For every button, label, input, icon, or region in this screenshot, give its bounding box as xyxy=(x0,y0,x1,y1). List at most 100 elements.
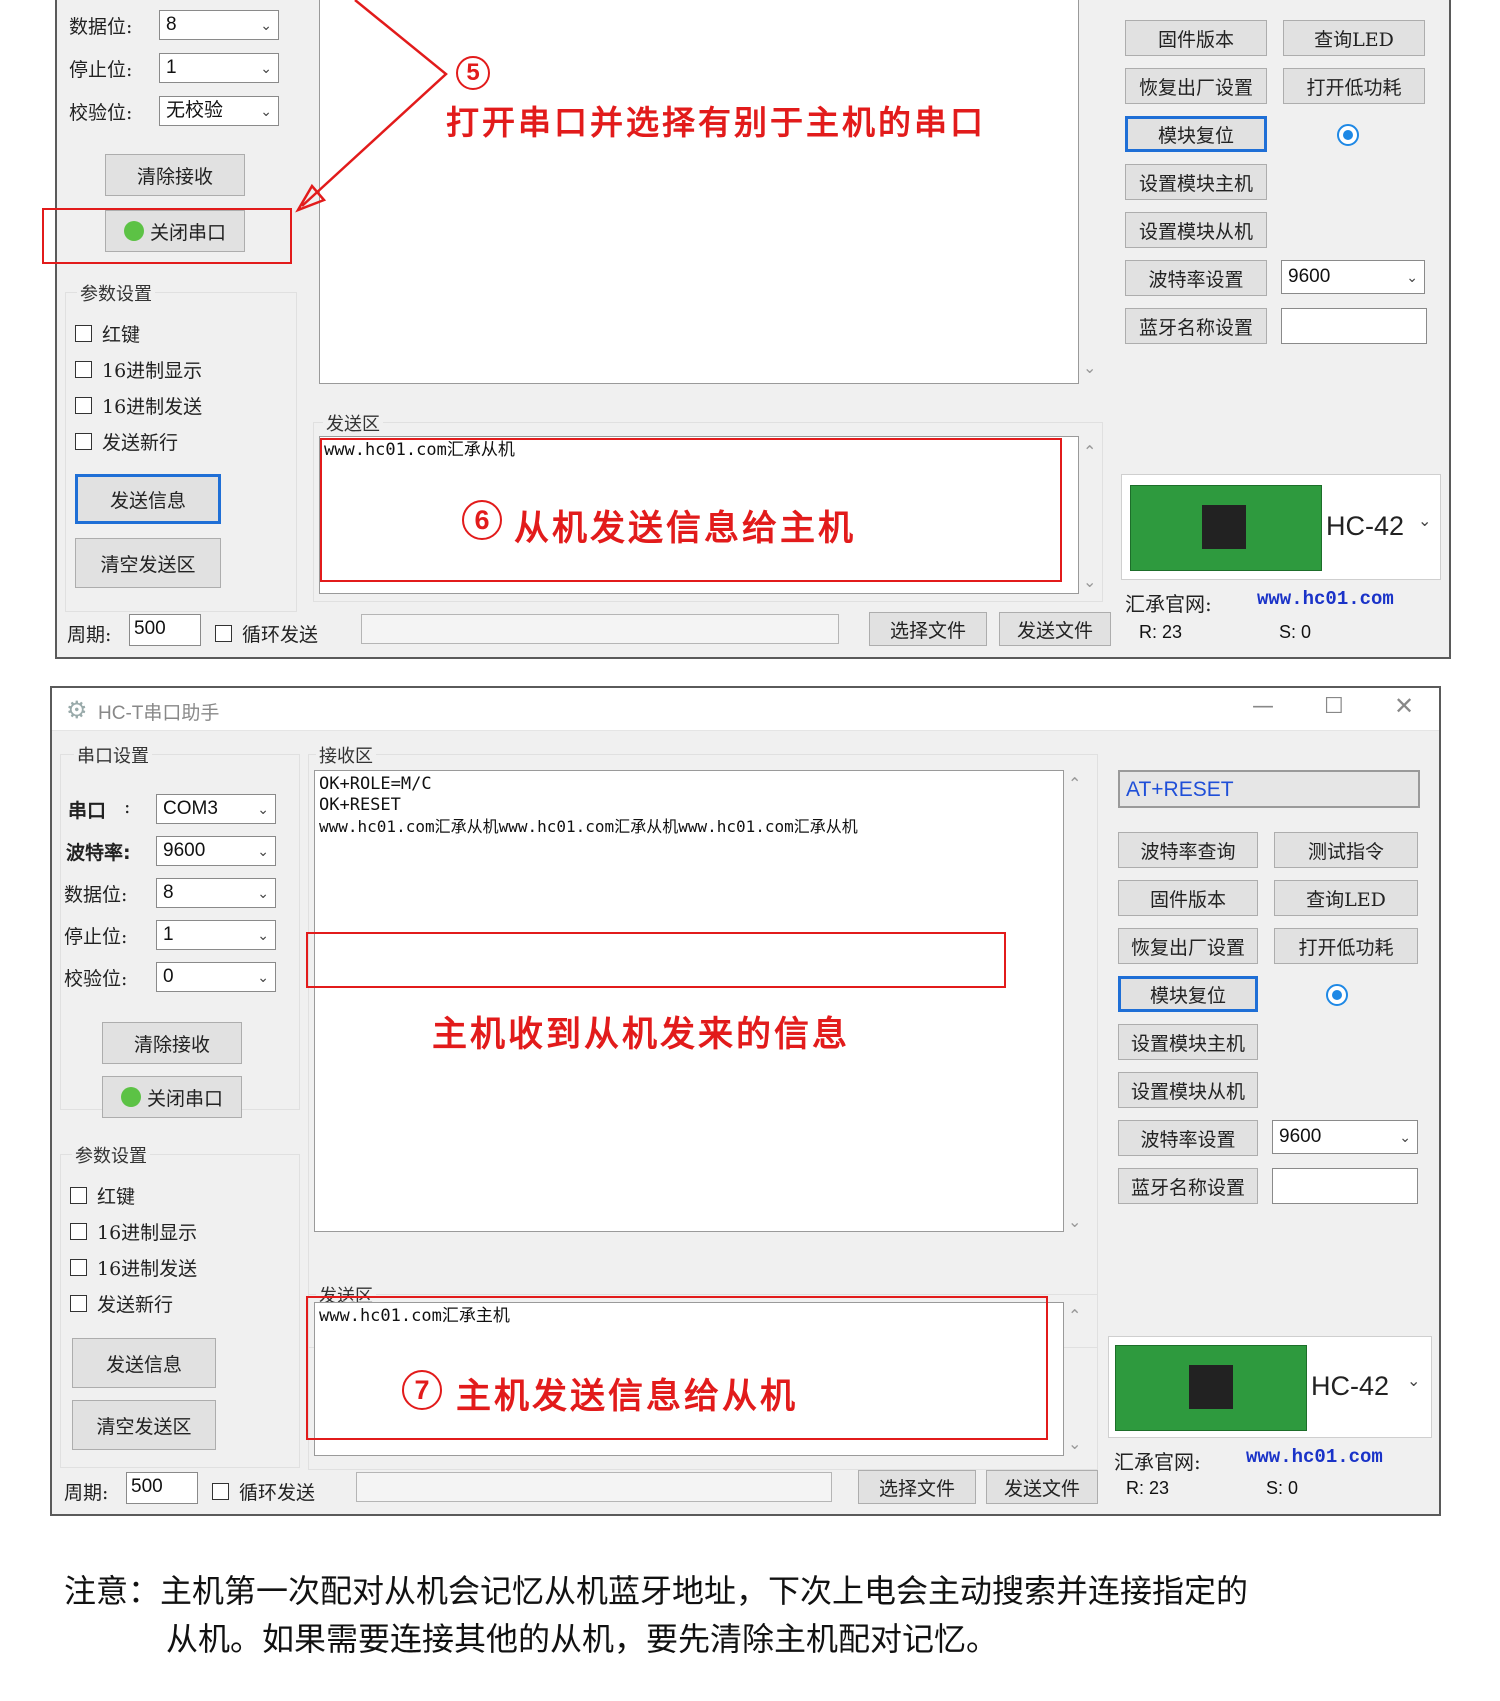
receive-area[interactable]: OK+ROLE=M/C OK+RESET www.hc01.com汇承从机www… xyxy=(314,770,1064,1232)
test-command-button[interactable]: 测试指令 xyxy=(1274,832,1418,868)
bt-name-input[interactable] xyxy=(1281,308,1427,344)
rx-count: R: 23 xyxy=(1126,1478,1170,1498)
minimize-icon[interactable]: — xyxy=(1252,694,1274,719)
file-path-field[interactable] xyxy=(356,1472,832,1502)
set-master-button[interactable]: 设置模块主机 xyxy=(1118,1024,1258,1060)
chip-icon xyxy=(1202,505,1246,549)
set-baud-button[interactable]: 波特率设置 xyxy=(1125,260,1267,296)
stop-bits-label: 停止位: xyxy=(64,926,128,948)
firmware-version-button[interactable]: 固件版本 xyxy=(1118,880,1258,916)
module-name: HC-42 xyxy=(1326,511,1405,541)
scroll-down-icon[interactable]: ⌄ xyxy=(1068,1212,1081,1231)
host-received-text: 主机收到从机发来的信息 xyxy=(432,1015,851,1055)
step6-number: 6 xyxy=(462,500,502,540)
receive-area-title: 接收区 xyxy=(316,742,376,768)
radio-selected-icon[interactable] xyxy=(1326,984,1348,1006)
site-link[interactable]: www.hc01.com xyxy=(1257,588,1394,610)
checkbox-hex-send[interactable]: 16进制发送 xyxy=(75,392,202,419)
status-led-icon xyxy=(120,1087,141,1107)
chevron-down-icon: ⌄ xyxy=(257,843,269,859)
at-command-field[interactable]: AT+RESET xyxy=(1118,770,1420,808)
scroll-down-icon[interactable]: ⌄ xyxy=(1083,358,1096,377)
parity-select[interactable]: 0 ⌄ xyxy=(156,962,276,992)
set-bt-name-button[interactable]: 蓝牙名称设置 xyxy=(1125,308,1267,344)
module-reset-button[interactable]: 模块复位 xyxy=(1118,976,1258,1012)
period-label: 周期: xyxy=(64,1482,109,1504)
select-file-button[interactable]: 选择文件 xyxy=(858,1470,976,1504)
factory-reset-button[interactable]: 恢复出厂设置 xyxy=(1118,928,1258,964)
chevron-down-icon: ⌄ xyxy=(257,927,269,943)
tx-count: S: 0 xyxy=(1266,1478,1299,1498)
chevron-down-icon: ⌄ xyxy=(257,969,269,985)
site-link[interactable]: www.hc01.com xyxy=(1246,1446,1383,1468)
scroll-up-icon[interactable]: ⌃ xyxy=(1068,774,1081,793)
baud-select[interactable]: 9600 ⌄ xyxy=(1281,260,1425,294)
bt-name-input[interactable] xyxy=(1272,1168,1418,1204)
chevron-down-icon: ⌄ xyxy=(1406,269,1418,285)
baud-label: 波特率: xyxy=(66,842,131,864)
parity-label: 校验位: xyxy=(64,968,128,990)
query-led-button[interactable]: 查询LED xyxy=(1274,880,1418,916)
data-bits-select[interactable]: 8 ⌄ xyxy=(156,878,276,908)
step6-text: 从机发送信息给主机 xyxy=(514,509,857,549)
set-bt-name-button[interactable]: 蓝牙名称设置 xyxy=(1118,1168,1258,1204)
checkbox-red-key[interactable]: 红键 xyxy=(75,320,140,347)
checkbox-hex-display[interactable]: 16进制显示 xyxy=(75,356,202,383)
checkbox-send-newline[interactable]: 发送新行 xyxy=(70,1290,173,1317)
title-bar: ⚙ HC-T串口助手 — ☐ ✕ xyxy=(52,688,1439,731)
data-bits-label: 数据位: xyxy=(64,884,128,906)
checkbox-send-newline[interactable]: 发送新行 xyxy=(75,428,178,455)
maximize-icon[interactable]: ☐ xyxy=(1324,694,1344,719)
low-power-button[interactable]: 打开低功耗 xyxy=(1274,928,1418,964)
chip-icon xyxy=(1189,1365,1233,1409)
clear-send-button[interactable]: 清空发送区 xyxy=(72,1400,216,1450)
checkbox-red-key[interactable]: 红键 xyxy=(70,1182,135,1209)
tx-count: S: 0 xyxy=(1279,622,1312,642)
send-info-button[interactable]: 发送信息 xyxy=(72,1338,216,1388)
stop-bits-select[interactable]: 1 ⌄ xyxy=(156,920,276,950)
baud-select[interactable]: 9600 ⌄ xyxy=(1272,1120,1418,1154)
checkbox-hex-display[interactable]: 16进制显示 xyxy=(70,1218,197,1245)
note-line-2: 从机。如果需要连接其他的从机，要先清除主机配对记忆。 xyxy=(166,1620,999,1658)
port-label: 串口 xyxy=(68,800,107,822)
checkbox-loop-send[interactable]: 循环发送 xyxy=(215,620,318,647)
file-path-field[interactable] xyxy=(361,614,839,644)
checkbox-hex-send[interactable]: 16进制发送 xyxy=(70,1254,197,1281)
chevron-down-icon[interactable]: ⌄ xyxy=(1407,1371,1420,1390)
send-file-button[interactable]: 发送文件 xyxy=(999,612,1111,646)
received-highlight xyxy=(306,932,1006,988)
site-label: 汇承官网: xyxy=(1125,592,1212,616)
set-baud-button[interactable]: 波特率设置 xyxy=(1118,1120,1258,1156)
baud-rate-select[interactable]: 9600 ⌄ xyxy=(156,836,276,866)
chevron-down-icon: ⌄ xyxy=(257,885,269,901)
select-file-button[interactable]: 选择文件 xyxy=(869,612,987,646)
step5-highlight xyxy=(42,208,292,264)
module-image: HC-42 ⌄ xyxy=(1108,1336,1432,1438)
set-slave-button[interactable]: 设置模块从机 xyxy=(1118,1072,1258,1108)
period-input[interactable]: 500 xyxy=(126,1472,198,1504)
scroll-up-icon[interactable]: ⌃ xyxy=(1083,442,1096,461)
receive-line: www.hc01.com汇承从机www.hc01.com汇承从机www.hc01… xyxy=(319,817,858,836)
module-name: HC-42 xyxy=(1311,1371,1390,1401)
step7-text: 主机发送信息给从机 xyxy=(456,1377,799,1417)
params-group-title: 参数设置 xyxy=(77,280,155,306)
note-line-1: 注意：主机第一次配对从机会记忆从机蓝牙地址，下次上电会主动搜索并连接指定的 xyxy=(64,1572,1249,1610)
step7-number: 7 xyxy=(402,1370,442,1410)
baud-query-button[interactable]: 波特率查询 xyxy=(1118,832,1258,868)
clear-send-button[interactable]: 清空发送区 xyxy=(75,538,221,588)
period-label: 周期: xyxy=(67,624,112,646)
send-file-button[interactable]: 发送文件 xyxy=(986,1470,1098,1504)
scroll-up-icon[interactable]: ⌃ xyxy=(1068,1306,1081,1325)
scroll-down-icon[interactable]: ⌄ xyxy=(1083,572,1096,591)
close-icon[interactable]: ✕ xyxy=(1394,692,1414,720)
scroll-down-icon[interactable]: ⌄ xyxy=(1068,1434,1081,1453)
checkbox-loop-send[interactable]: 循环发送 xyxy=(212,1478,315,1505)
port-select[interactable]: COM3 ⌄ xyxy=(156,794,276,824)
send-info-button[interactable]: 发送信息 xyxy=(75,474,221,524)
clear-receive-button[interactable]: 清除接收 xyxy=(102,1022,242,1064)
period-input[interactable]: 500 xyxy=(129,614,201,646)
close-port-button[interactable]: 关闭串口 xyxy=(102,1076,242,1118)
chevron-down-icon[interactable]: ⌄ xyxy=(1418,511,1431,530)
receive-line: OK+RESET xyxy=(319,795,401,815)
rx-count: R: 23 xyxy=(1139,622,1183,642)
